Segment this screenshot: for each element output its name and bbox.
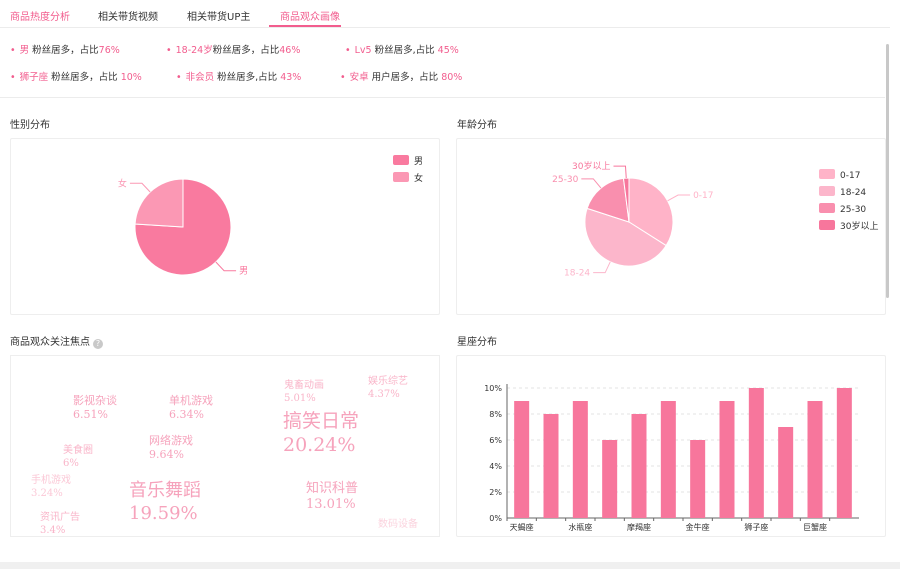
bar-水瓶座 bbox=[572, 401, 588, 518]
audience-summary: • 男 粉丝居多，占比76% • 18-24岁粉丝居多，占比46% • Lv5 粉丝居… bbox=[0, 30, 885, 98]
cloud-word[interactable]: 娱乐综艺 4.37% bbox=[368, 376, 408, 401]
pie-leader-line bbox=[129, 182, 151, 193]
cloud-word[interactable]: 鬼畜动画 5.01% bbox=[284, 380, 324, 405]
legend-item-age-30-plus[interactable]: 30岁以上 bbox=[819, 220, 878, 237]
x-tick-label: 巨蟹座 bbox=[803, 522, 827, 532]
y-tick-label: 4% bbox=[489, 462, 502, 471]
cloud-word[interactable]: 单机游戏 6.34% bbox=[169, 394, 213, 422]
pie-label-30-plus: 30岁以上 bbox=[572, 160, 610, 172]
x-tick-label: 水瓶座 bbox=[568, 522, 592, 532]
cloud-word[interactable]: 美食圈 6% bbox=[63, 445, 93, 470]
tab-audience-profile[interactable]: 商品观众画像 bbox=[280, 8, 340, 23]
legend-item-male[interactable]: 男 bbox=[393, 155, 423, 172]
bullet-dot: • bbox=[176, 72, 182, 83]
cloud-word[interactable]: 知识科普 13.01% bbox=[306, 481, 358, 514]
y-tick-label: 2% bbox=[489, 488, 502, 497]
gender-chart-card: 男女 男 女 bbox=[10, 138, 440, 315]
age-legend: 0-17 18-24 25-30 30岁以上 bbox=[819, 169, 878, 237]
bar-摩羯座 bbox=[631, 414, 647, 518]
x-tick-label: 天蝎座 bbox=[510, 522, 534, 532]
constellation-bar-chart: 0% 2% 4% 6% 8% 10% 天蝎座 水瓶座 摩羯座 金牛座 狮子座 巨蟹座 bbox=[484, 384, 859, 532]
pie-leader-line bbox=[667, 194, 691, 202]
focus-word-cloud: 影视杂谈 6.51% 单机游戏 6.34% 鬼畜动画 5.01% 娱乐综艺 4.37% … bbox=[10, 355, 440, 537]
summary-item-constellation: • 狮子座 粉丝居多，占比 10% bbox=[10, 72, 142, 83]
y-tick-label: 10% bbox=[484, 384, 502, 393]
bar-双子座 bbox=[719, 401, 735, 518]
legend-swatch bbox=[819, 186, 835, 196]
y-tick-label: 8% bbox=[489, 410, 502, 419]
bullet-dot: • bbox=[340, 72, 346, 83]
cloud-word[interactable]: 搞笑日常 20.24% bbox=[283, 410, 359, 458]
pie-label-female: 女 bbox=[118, 177, 127, 189]
help-icon[interactable]: ? bbox=[93, 339, 103, 349]
tab-related-up[interactable]: 相关带货UP主 bbox=[187, 8, 250, 23]
age-chart-card: 0-17 18-24 25-30 30岁以上 0-17 18-24 25-30 30岁… bbox=[456, 138, 886, 315]
cloud-word[interactable]: 资讯广告 3.4% bbox=[40, 512, 80, 536]
age-section-title: 年龄分布 bbox=[457, 120, 497, 131]
legend-swatch bbox=[393, 155, 409, 165]
legend-swatch bbox=[819, 169, 835, 179]
legend-swatch bbox=[393, 172, 409, 182]
bar-巨蟹座 bbox=[807, 401, 823, 518]
pie-label-18-24: 18-24 bbox=[564, 269, 590, 279]
legend-item-age-25-30[interactable]: 25-30 bbox=[819, 203, 878, 220]
bar-天蝎座 bbox=[514, 401, 530, 518]
bar-处女座 bbox=[778, 427, 794, 518]
cloud-word[interactable]: 网络游戏 9.64% bbox=[149, 434, 193, 462]
x-tick-label: 摩羯座 bbox=[627, 522, 651, 532]
tab-heat-analysis[interactable]: 商品热度分析 bbox=[10, 8, 70, 23]
page-footer-strip bbox=[0, 562, 900, 569]
pie-slice-female bbox=[134, 178, 184, 228]
bullet-dot: • bbox=[10, 45, 16, 56]
pie-label-male: 男 bbox=[239, 266, 248, 277]
tab-bar: 商品热度分析 相关带货视频 相关带货UP主 商品观众画像 bbox=[0, 0, 890, 28]
pie-leader-line bbox=[581, 178, 602, 189]
summary-item-membership: • 非会员 粉丝居多,占比 43% bbox=[176, 72, 302, 83]
bar-双鱼座 bbox=[602, 440, 618, 518]
pie-label-0-17: 0-17 bbox=[693, 191, 713, 201]
bullet-dot: • bbox=[166, 45, 172, 56]
legend-swatch bbox=[819, 220, 835, 230]
legend-item-female[interactable]: 女 bbox=[393, 172, 423, 189]
cloud-word[interactable]: 影视杂谈 6.51% bbox=[73, 394, 117, 422]
active-tab-indicator bbox=[269, 25, 341, 27]
bar-白羊座 bbox=[660, 401, 676, 518]
cloud-word[interactable]: 手机游戏 3.24% bbox=[31, 475, 71, 500]
bar-金牛座 bbox=[690, 440, 706, 518]
x-tick-label: 狮子座 bbox=[744, 522, 768, 532]
legend-item-age-18-24[interactable]: 18-24 bbox=[819, 186, 878, 203]
constellation-section-title: 星座分布 bbox=[457, 337, 497, 348]
x-tick-label: 金牛座 bbox=[686, 522, 710, 532]
constellation-chart-card: 0% 2% 4% 6% 8% 10% 天蝎座 水瓶座 摩羯座 金牛座 狮子座 巨蟹座 bbox=[456, 355, 886, 537]
focus-section-title: 商品观众关注焦点? bbox=[10, 333, 103, 349]
y-tick-label: 0% bbox=[489, 514, 502, 523]
pie-leader-line bbox=[593, 261, 611, 274]
gender-section-title: 性别分布 bbox=[10, 120, 50, 131]
bar-狮子座 bbox=[748, 388, 764, 518]
summary-item-level: • Lv5 粉丝居多,占比 45% bbox=[345, 45, 459, 56]
bar-射手座 bbox=[543, 414, 559, 518]
y-tick-label: 6% bbox=[489, 436, 502, 445]
legend-swatch bbox=[819, 203, 835, 213]
pie-leader-line bbox=[215, 261, 237, 272]
legend-item-age-0-17[interactable]: 0-17 bbox=[819, 169, 878, 186]
gender-legend: 男 女 bbox=[393, 155, 423, 189]
bar-天秤座 bbox=[836, 388, 852, 518]
pie-label-25-30: 25-30 bbox=[552, 175, 578, 185]
tab-related-videos[interactable]: 相关带货视频 bbox=[98, 8, 158, 23]
gender-pie-chart: 男女 bbox=[118, 177, 248, 277]
bullet-dot: • bbox=[10, 72, 16, 83]
bullet-dot: • bbox=[345, 45, 351, 56]
cloud-word[interactable]: 音乐舞蹈 19.59% bbox=[129, 480, 201, 525]
pie-leader-line bbox=[613, 165, 627, 179]
summary-item-device: • 安卓 用户居多，占比 80% bbox=[340, 72, 463, 83]
summary-item-age: • 18-24岁粉丝居多，占比46% bbox=[166, 45, 301, 56]
summary-item-gender: • 男 粉丝居多，占比76% bbox=[10, 45, 120, 56]
cloud-word[interactable]: 数码设备 bbox=[378, 519, 418, 532]
